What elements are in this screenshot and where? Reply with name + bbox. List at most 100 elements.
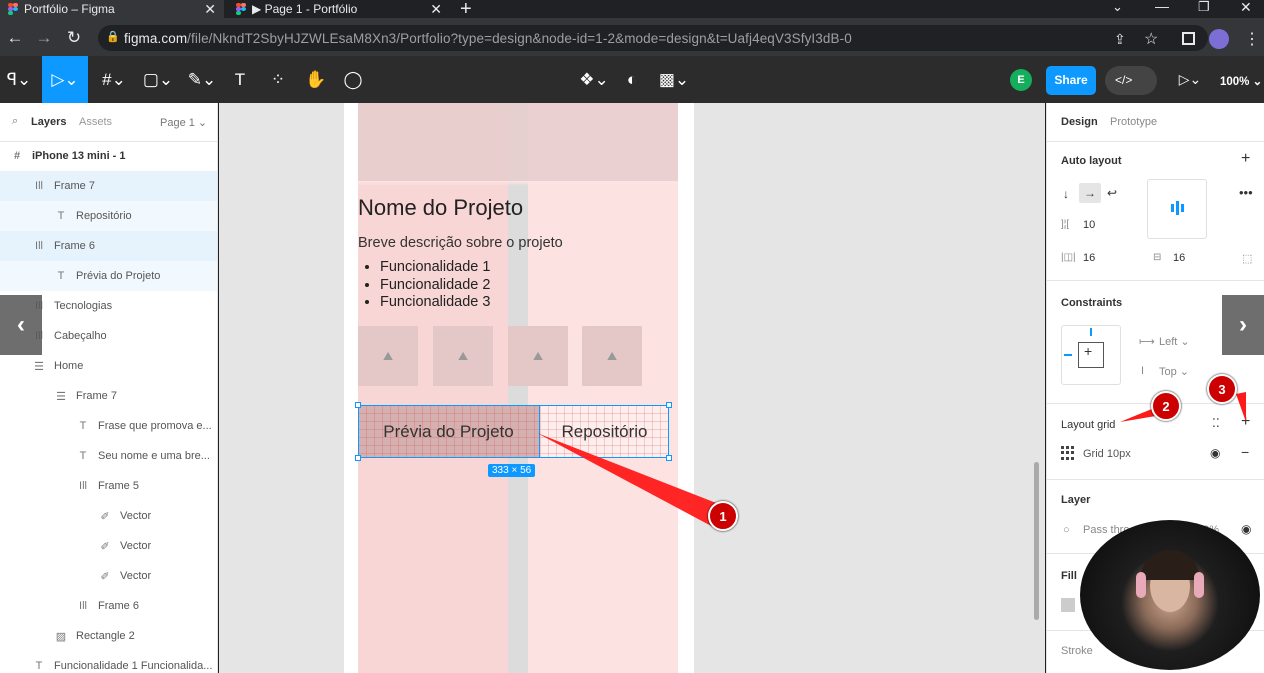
- dev-mode-toggle[interactable]: </>: [1105, 66, 1157, 95]
- layer-label: Tecnologias: [54, 300, 113, 312]
- next-slide-button[interactable]: ›: [1222, 295, 1264, 355]
- text-icon: T: [79, 420, 87, 432]
- autolayout-icon: Ill: [79, 480, 87, 492]
- auto-layout-title: Auto layout: [1061, 155, 1122, 167]
- hand-tool-icon[interactable]: ✋: [302, 56, 330, 103]
- comment-tool-icon[interactable]: ◯: [340, 56, 366, 103]
- grid-item-label[interactable]: Grid 10px: [1083, 448, 1131, 460]
- share-page-icon[interactable]: ⇪: [1114, 31, 1126, 48]
- canvas-scrollbar[interactable]: [1034, 462, 1039, 620]
- horizontal-constraint-icon: ⟼: [1139, 336, 1155, 348]
- annotation-arrow: [537, 433, 729, 528]
- layer-row[interactable]: # iPhone 13 mini - 1: [0, 141, 217, 171]
- add-auto-layout-icon[interactable]: +: [1241, 150, 1250, 168]
- back-icon[interactable]: ←: [4, 28, 26, 48]
- page-selector[interactable]: Page 1 ⌄: [160, 116, 207, 129]
- padding-vertical-icon: ⊟: [1153, 252, 1162, 263]
- layer-row[interactable]: T Funcionalidade 1 Funcionalida...: [0, 651, 217, 673]
- frame-tool-icon[interactable]: #⌄: [96, 56, 132, 103]
- gap-icon: ]¦[: [1061, 219, 1070, 230]
- constraints-widget[interactable]: +: [1061, 325, 1121, 385]
- text-tool-icon[interactable]: T: [228, 56, 252, 103]
- layer-row[interactable]: Ill Frame 6: [0, 231, 217, 261]
- url-host: figma.com: [124, 30, 188, 46]
- alignment-grid[interactable]: [1147, 179, 1207, 239]
- stroke-title: Stroke: [1061, 645, 1093, 657]
- prev-slide-button[interactable]: ‹: [0, 295, 42, 355]
- grid-icon[interactable]: [1061, 446, 1075, 460]
- more-options-icon[interactable]: •••: [1239, 185, 1253, 200]
- padding-vertical-value[interactable]: 16: [1173, 252, 1185, 264]
- wrap-icon[interactable]: ↩: [1107, 186, 1117, 200]
- layer-row[interactable]: ✐ Vector: [0, 501, 217, 531]
- profile-avatar[interactable]: [1209, 29, 1229, 49]
- close-icon[interactable]: ✕: [204, 1, 216, 18]
- design-canvas[interactable]: Nome do Projeto Breve descrição sobre o …: [219, 103, 1045, 673]
- direction-right-icon[interactable]: →: [1079, 183, 1101, 203]
- tab-assets[interactable]: Assets: [79, 116, 112, 128]
- layer-row[interactable]: Ill Frame 6: [0, 591, 217, 621]
- zoom-value: 100%: [1220, 76, 1250, 88]
- figma-favicon-icon: [8, 2, 18, 16]
- resources-icon[interactable]: ⁘: [264, 56, 292, 103]
- fill-swatch[interactable]: [1061, 598, 1075, 612]
- tab-search-chevron-icon[interactable]: ⌄: [1112, 0, 1123, 15]
- layer-row[interactable]: ▨ Rectangle 2: [0, 621, 217, 651]
- reload-icon[interactable]: ↻: [63, 28, 85, 48]
- individual-padding-icon[interactable]: ⬚: [1242, 252, 1252, 265]
- component-icon[interactable]: ❖⌄: [576, 56, 612, 103]
- browser-menu-icon[interactable]: ⋮: [1244, 29, 1260, 49]
- constraint-top-line[interactable]: [1090, 328, 1092, 336]
- layer-label: Funcionalidade 1 Funcionalida...: [54, 660, 213, 672]
- layer-row[interactable]: T Frase que promova e...: [0, 411, 217, 441]
- layers-panel: ⌕ Layers Assets Page 1 ⌄ # iPhone 13 mini…: [0, 103, 218, 673]
- remove-grid-icon[interactable]: −: [1241, 444, 1249, 460]
- layer-visibility-icon[interactable]: ◉: [1241, 522, 1251, 536]
- window-close-icon[interactable]: ✕: [1240, 0, 1252, 16]
- restore-icon[interactable]: ❐: [1198, 0, 1210, 15]
- layer-row[interactable]: T Prévia do Projeto: [0, 261, 217, 291]
- layer-row[interactable]: ✐ Vector: [0, 561, 217, 591]
- tab-prototype[interactable]: Prototype: [1110, 116, 1157, 128]
- layer-row[interactable]: ☰ Home: [0, 351, 217, 381]
- mask-icon[interactable]: ◐: [620, 56, 644, 103]
- pen-tool-icon[interactable]: ✎⌄: [184, 56, 220, 103]
- layer-label: Frame 7: [54, 180, 95, 192]
- tab-design[interactable]: Design: [1061, 116, 1098, 128]
- constraint-h-value: Left: [1159, 336, 1178, 348]
- gap-value[interactable]: 10: [1083, 219, 1095, 231]
- main-menu-icon[interactable]: ꟼ⌄: [2, 56, 36, 103]
- eye-icon[interactable]: ◉: [1210, 446, 1220, 460]
- layer-row[interactable]: ✐ Vector: [0, 531, 217, 561]
- vertical-constraint-select[interactable]: Top ⌄: [1159, 365, 1189, 378]
- url-path: /file/NkndT2SbyHJZWLEsaM8Xn3/Portfolio?t…: [187, 30, 852, 46]
- layer-row[interactable]: T Seu nome e uma bre...: [0, 441, 217, 471]
- tab-layers[interactable]: Layers: [31, 116, 66, 128]
- move-tool-icon[interactable]: ▷⌄: [42, 56, 88, 103]
- sidepanel-icon[interactable]: [1182, 32, 1195, 45]
- bookmark-star-icon[interactable]: ☆: [1144, 29, 1158, 49]
- layer-label: Rectangle 2: [76, 630, 135, 642]
- user-avatar[interactable]: E: [1010, 69, 1032, 91]
- horizontal-constraint-select[interactable]: Left ⌄: [1159, 335, 1190, 348]
- direction-down-icon[interactable]: ↓: [1063, 187, 1069, 201]
- constraint-left-line[interactable]: [1064, 354, 1072, 356]
- padding-horizontal-value[interactable]: 16: [1083, 252, 1095, 264]
- layer-row[interactable]: Ill Frame 5: [0, 471, 217, 501]
- zoom-level[interactable]: 100% ⌄: [1220, 74, 1262, 88]
- layer-row[interactable]: ☰ Frame 7: [0, 381, 217, 411]
- layer-label: Vector: [120, 510, 152, 522]
- forward-icon[interactable]: →: [33, 28, 55, 48]
- share-button[interactable]: Share: [1046, 66, 1096, 95]
- layer-row[interactable]: Ill Frame 7: [0, 171, 217, 201]
- shape-tool-icon[interactable]: ▢⌄: [140, 56, 176, 103]
- url-field[interactable]: 🔒 figma.com/file/NkndT2SbyHJZWLEsaM8Xn3/…: [98, 25, 1208, 51]
- tab-figma[interactable]: Portfólio – Figma ✕: [0, 0, 224, 18]
- tab-page1[interactable]: ▶ Page 1 - Portfólio ✕: [228, 0, 450, 18]
- present-icon[interactable]: ▷⌄: [1172, 56, 1208, 103]
- close-icon[interactable]: ✕: [430, 1, 442, 18]
- search-icon[interactable]: ⌕: [12, 115, 18, 128]
- boolean-icon[interactable]: ▩⌄: [656, 56, 692, 103]
- layer-row[interactable]: T Repositório: [0, 201, 217, 231]
- minimize-icon[interactable]: —: [1155, 0, 1169, 14]
